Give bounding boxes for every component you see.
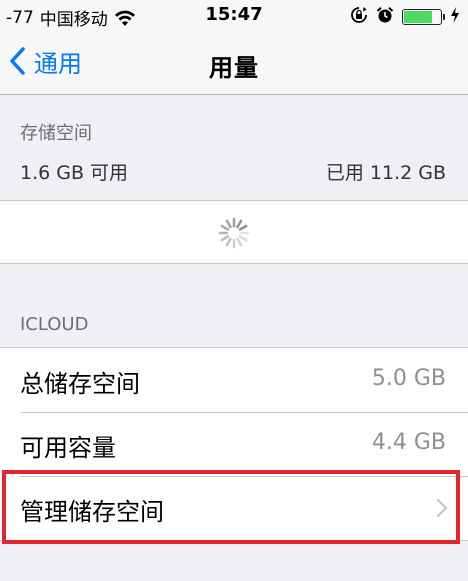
page-title: 用量 xyxy=(209,54,259,82)
storage-summary: 1.6 GB 可用 已用 11.2 GB xyxy=(0,148,468,192)
status-right xyxy=(350,6,460,28)
storage-used: 已用 11.2 GB xyxy=(325,162,446,184)
navigation-bar: 通用 用量 xyxy=(0,30,468,95)
status-bar: -77 中国移动 15:47 xyxy=(0,0,468,30)
spinner-spoke xyxy=(238,235,248,242)
storage-section-header: 存储空间 xyxy=(20,123,92,144)
charging-icon xyxy=(450,7,460,27)
storage-available: 1.6 GB 可用 xyxy=(20,162,129,184)
spinner-spoke xyxy=(236,219,243,229)
available-capacity-row: 可用容量 4.4 GB xyxy=(0,412,468,476)
spinner-spoke xyxy=(220,224,230,231)
spinner-spoke xyxy=(225,219,232,229)
rotation-lock-icon xyxy=(350,6,368,28)
spinner-spoke xyxy=(238,224,248,231)
spinner-spoke xyxy=(225,237,232,247)
spinner-spoke xyxy=(220,235,230,242)
row-label: 管理储存空间 xyxy=(20,498,164,526)
total-storage-row: 总储存空间 5.0 GB xyxy=(0,348,468,412)
spinner-spoke xyxy=(236,237,243,247)
alarm-icon xyxy=(376,6,394,28)
row-label: 总储存空间 xyxy=(20,370,140,398)
loading-spinner-icon xyxy=(218,217,250,249)
battery-level xyxy=(404,11,432,23)
row-label: 可用容量 xyxy=(20,434,116,462)
icloud-table: 总储存空间 5.0 GB 可用容量 4.4 GB 管理储存空间 xyxy=(0,347,468,541)
icloud-section-header: ICLOUD xyxy=(20,314,89,335)
row-value: 4.4 GB xyxy=(371,430,446,455)
battery-icon xyxy=(402,9,445,25)
chevron-right-icon xyxy=(436,498,448,518)
manage-storage-row[interactable]: 管理储存空间 xyxy=(0,476,468,540)
loading-cell xyxy=(0,200,468,264)
row-value: 5.0 GB xyxy=(371,366,446,391)
